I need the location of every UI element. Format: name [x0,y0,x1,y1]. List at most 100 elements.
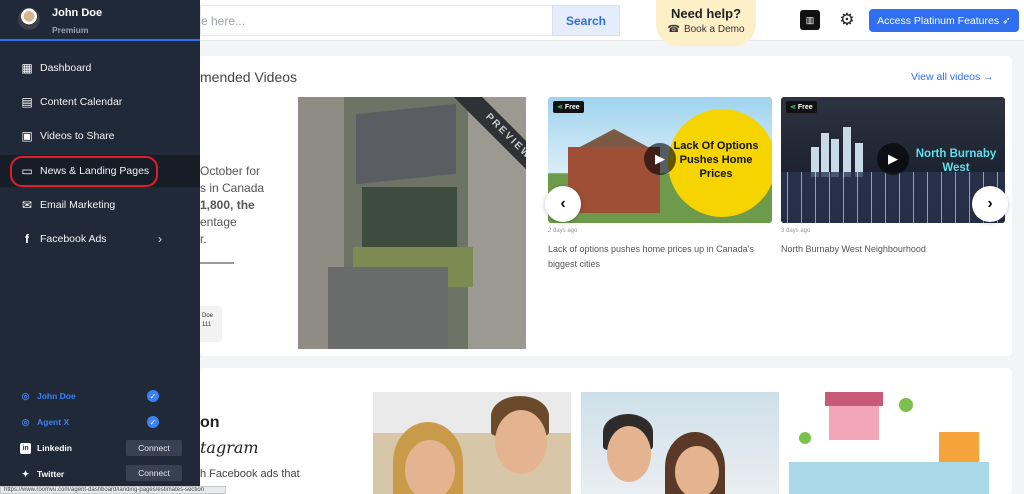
connect-linkedin-button[interactable]: Connect [126,440,182,456]
video-age: 2 days ago [548,228,578,234]
view-all-label: View all videos [911,71,981,83]
person-shape [405,440,455,494]
free-badge: ⋖ Free [786,101,817,113]
ads-subtitle: tagram [200,438,259,457]
search-placeholder: e here... [201,13,246,28]
check-icon: ✓ [147,416,159,428]
roof-shape [362,187,457,247]
section-title: mended Videos [200,69,298,85]
tree-shape [899,398,913,412]
ground-shape [789,462,989,494]
free-badge: ⋖ Free [553,101,584,113]
connect-twitter-button[interactable]: Connect [126,465,182,481]
sidebar-item-label: Dashboard [40,62,92,74]
platinum-label: Access Platinum Features [877,14,1000,27]
avatar [18,8,40,30]
thumbnail-caption: North Burnaby West [915,148,997,174]
sidebar-item-email-marketing[interactable]: ✉ Email Marketing [0,189,200,221]
share-icon: ⋖ [790,104,796,111]
account-john-doe[interactable]: ◎ John Doe [0,384,200,408]
sidebar-item-content-calendar[interactable]: ▤ Content Calendar [0,86,200,118]
person-shape [607,426,651,482]
featured-line: entage [200,215,237,229]
tree-shape [799,432,811,444]
chevron-right-icon[interactable]: › [158,232,162,246]
account-label: Agent X [37,417,70,427]
mail-icon: ✉ [21,198,33,212]
profile-header[interactable]: John Doe Premium [0,0,200,41]
check-icon: ✓ [147,390,159,402]
search-button[interactable]: Search [552,5,620,36]
person-shape [675,446,719,494]
book-demo-label: Book a Demo [683,24,745,35]
calendar-icon: ▤ [21,95,33,109]
sidebar-item-label: Email Marketing [40,199,116,211]
person-shape [495,410,547,474]
roof-shape [825,392,883,406]
featured-line: r. [200,232,207,246]
view-all-videos-link[interactable]: View all videos → [911,71,994,83]
sidebar-item-dashboard[interactable]: ▦ Dashboard [0,52,200,84]
featured-video-thumbnail[interactable]: PREVIEW [298,97,526,349]
account-agent-x[interactable]: ◎ Agent X [0,410,200,434]
video-icon: ▣ [21,129,33,143]
grid-icon: ▦ [21,61,33,75]
highlight-ring [10,156,158,187]
share-icon: ⋖ [557,104,563,111]
play-icon[interactable]: ▶ [644,143,676,175]
carousel-next-button[interactable]: › [972,186,1008,222]
video-title[interactable]: North Burnaby West Neighbourhood [781,242,1001,257]
account-label: Linkedin [37,443,72,453]
sidebar-item-label: Content Calendar [40,96,123,108]
water-shape [781,172,1005,223]
book-demo-link[interactable]: ☎ Book a Demo [656,24,756,35]
sidebar-item-label: Videos to Share [40,130,115,142]
ads-title: on [200,414,220,431]
status-url: https://www.roomvu.com/agent-dashboard/l… [0,486,226,494]
roof-shape [328,267,448,349]
user-plan: Premium [52,25,89,35]
ads-text: h Facebook ads that [200,468,300,480]
linkedin-icon: in [20,442,31,454]
featured-line: 1,800, the [200,198,255,212]
platinum-features-button[interactable]: Access Platinum Features ➶ [869,9,1019,32]
twitter-icon: ✦ [21,468,30,479]
author-tag: Doe 111 [200,306,222,342]
divider [200,262,234,264]
carousel-prev-button[interactable]: ‹ [545,186,581,222]
sidebar-item-videos[interactable]: ▣ Videos to Share [0,120,200,152]
instagram-icon: ◎ [21,416,30,427]
chevron-left-icon: ‹ [560,195,566,212]
free-label: Free [564,104,580,111]
roof-shape [356,103,456,185]
instagram-icon: ◎ [21,390,30,401]
help-badge[interactable]: Need help? ☎ Book a Demo [656,0,756,46]
ads-image [581,392,779,494]
featured-text: October for s in Canada 1,800, the entag… [200,163,264,248]
featured-line: October for [200,164,261,178]
phone-icon: ☎ [667,24,680,35]
sidebar-item-facebook-ads[interactable]: f Facebook Ads [0,223,200,255]
arrow-right-icon: → [983,71,994,83]
gear-icon[interactable]: ⚙ [837,10,857,30]
user-name: John Doe [52,7,103,19]
video-title[interactable]: Lack of options pushes home prices up in… [548,242,758,272]
house-shape [829,400,879,440]
account-label: Twitter [37,469,65,479]
book-icon[interactable]: ▥ [800,10,820,30]
rocket-icon: ➶ [1002,14,1011,27]
play-icon[interactable]: ▶ [877,143,909,175]
sidebar-item-label: Facebook Ads [40,233,107,245]
ads-image [789,392,989,494]
search-input[interactable]: e here... [200,5,552,36]
author-name: Doe [202,313,214,319]
chevron-right-icon: › [987,195,993,212]
help-title: Need help? [670,6,742,21]
video-age: 3 days ago [781,228,811,234]
sidebar: John Doe Premium ▦ Dashboard ▤ Content Cal… [0,0,200,494]
video-thumbnail[interactable]: Lack Of Options Pushes Home Prices ⋖ Free… [548,97,772,223]
skyline-shape [811,127,871,177]
account-label: John Doe [37,391,76,401]
thumbnail-caption: Lack Of Options Pushes Home Prices [673,140,759,180]
facebook-icon: f [25,232,29,246]
